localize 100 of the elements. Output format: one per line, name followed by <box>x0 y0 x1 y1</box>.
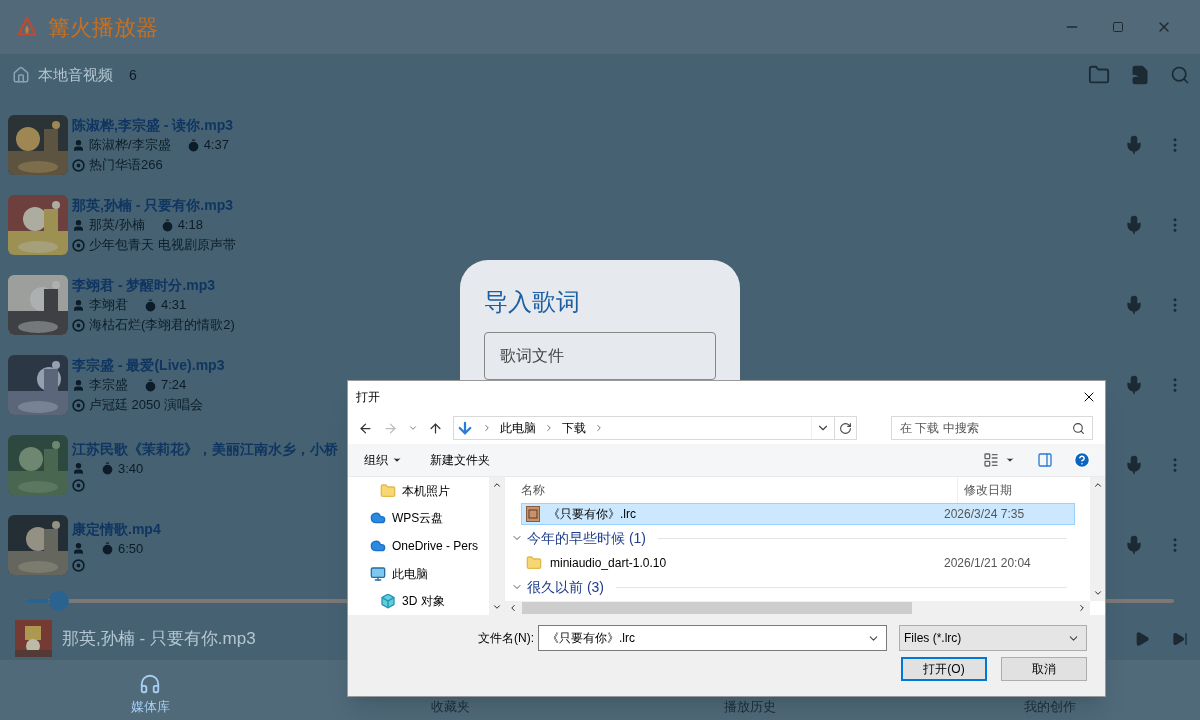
download-icon <box>456 419 474 437</box>
timer-icon <box>186 138 200 152</box>
person-icon <box>72 298 85 312</box>
timer-icon <box>144 378 157 392</box>
song-artist: 李翊君 <box>89 296 128 314</box>
mic-icon[interactable] <box>1124 375 1144 395</box>
skip-next-icon[interactable] <box>1172 630 1188 647</box>
file-date: 2026/1/21 20:04 <box>944 554 1032 572</box>
file-date: 2026/3/24 7:35 <box>944 505 1026 523</box>
caret-icon <box>392 455 402 465</box>
back-icon[interactable] <box>358 420 373 436</box>
nav-tree-item[interactable]: OneDrive - Pers <box>348 532 489 560</box>
song-artist: 那英/孙楠 <box>89 216 145 234</box>
timer-icon <box>101 542 114 555</box>
recent-locations-icon[interactable] <box>408 423 418 433</box>
horizontal-scrollbar[interactable] <box>505 601 1090 615</box>
file-type-select[interactable]: Files (*.lrc) <box>899 625 1087 651</box>
song-artist: 李宗盛 <box>89 376 128 394</box>
song-album: 少年包青天 电视剧原声带 <box>89 236 236 254</box>
file-name: miniaudio_dart-1.0.10 <box>550 554 667 572</box>
timer-icon <box>160 218 174 232</box>
column-header[interactable]: 名称 <box>521 481 545 499</box>
folder-icon <box>380 482 396 499</box>
nav-tree-item[interactable]: 此电脑 <box>348 559 489 588</box>
nav-tree-item[interactable]: 3D 对象 <box>348 587 489 615</box>
chevron-right-icon[interactable] <box>482 423 492 433</box>
chevron-right-icon[interactable] <box>594 423 604 433</box>
scrollbar[interactable] <box>1090 477 1105 601</box>
group-header[interactable]: 很久以前 (3) <box>527 576 604 598</box>
nav-tree-item[interactable]: WPS云盘 <box>348 504 489 533</box>
file-row[interactable]: 《只要有你》.lrc 2026/3/24 7:35 <box>521 503 1075 525</box>
person-icon <box>72 138 85 152</box>
disc-icon <box>72 238 85 252</box>
mic-icon[interactable] <box>1124 455 1144 475</box>
new-folder-button[interactable]: 新建文件夹 <box>430 451 490 469</box>
song-album: 海枯石烂(李翊君的情歌2) <box>89 316 235 334</box>
filename-field[interactable]: 《只要有你》.lrc <box>538 625 887 651</box>
song-duration: 6:50 <box>118 539 144 558</box>
person-icon <box>72 378 85 392</box>
chevron-right-icon[interactable] <box>544 423 554 433</box>
nav-tree-item[interactable]: 本机照片 <box>348 477 489 505</box>
cloud-icon <box>370 538 386 554</box>
mic-icon[interactable] <box>1124 135 1144 155</box>
forward-icon[interactable] <box>383 420 398 436</box>
scrollbar[interactable] <box>489 477 504 615</box>
scroll-up-icon[interactable] <box>491 480 502 490</box>
view-dropdown-icon[interactable] <box>1005 455 1015 465</box>
maximize-icon[interactable] <box>1112 21 1124 33</box>
song-duration: 3:40 <box>118 459 144 478</box>
song-duration: 4:18 <box>177 216 203 234</box>
scroll-down-icon[interactable] <box>491 602 502 612</box>
refresh-icon[interactable] <box>839 421 852 435</box>
organize-menu[interactable]: 组织 <box>364 451 402 469</box>
mic-icon[interactable] <box>1124 295 1144 315</box>
play-icon[interactable] <box>1134 630 1150 647</box>
scroll-left-icon[interactable] <box>508 603 518 613</box>
person-icon <box>72 462 85 475</box>
scroll-down-icon[interactable] <box>1092 588 1103 598</box>
file-import-icon[interactable] <box>1130 65 1150 85</box>
library-count: 6 <box>129 65 137 85</box>
song-artist: 陈淑桦/李宗盛 <box>89 136 171 154</box>
timer-icon <box>144 298 157 312</box>
mic-icon[interactable] <box>1124 535 1144 555</box>
disc-icon <box>72 158 85 172</box>
song-album: 卢冠廷 2050 演唱会 <box>89 396 204 414</box>
flame-logo-icon <box>16 16 38 38</box>
search-icon[interactable] <box>1072 422 1085 435</box>
disc-icon <box>72 318 85 332</box>
person-icon <box>72 218 85 232</box>
song-duration: 4:37 <box>203 136 229 154</box>
up-icon[interactable] <box>428 420 443 436</box>
help-icon[interactable] <box>1073 451 1091 469</box>
search-field[interactable]: 在 下载 中搜索 <box>891 416 1093 440</box>
scroll-up-icon[interactable] <box>1092 480 1103 490</box>
view-options-icon[interactable] <box>983 452 999 468</box>
scroll-right-icon[interactable] <box>1077 603 1087 613</box>
mic-icon[interactable] <box>1124 215 1144 235</box>
computer-icon <box>370 565 386 582</box>
breadcrumb[interactable]: 下载 <box>562 419 586 437</box>
group-header[interactable]: 今年的早些时候 (1) <box>527 527 646 549</box>
breadcrumb[interactable]: 此电脑 <box>500 419 536 437</box>
preview-pane-icon[interactable] <box>1037 452 1053 468</box>
headphones-icon <box>139 673 161 695</box>
disc-icon <box>72 398 85 412</box>
library-title: 本地音视频 <box>38 64 113 85</box>
home-icon <box>12 66 30 84</box>
song-album: 热门华语266 <box>89 156 163 174</box>
dialog-button[interactable]: 取消 <box>1001 657 1087 681</box>
folder-icon[interactable] <box>1088 64 1110 86</box>
slider-thumb[interactable] <box>48 591 69 611</box>
address-bar[interactable]: 此电脑 下载 <box>453 416 857 440</box>
card-title: 导入歌词 <box>484 287 581 317</box>
lyrics-file-icon <box>526 505 540 522</box>
dialog-title: 打开 <box>356 388 380 406</box>
nav-tab[interactable]: 媒体库 <box>0 660 300 720</box>
file-row[interactable]: miniaudio_dart-1.0.10 2026/1/21 20:04 <box>521 552 1075 574</box>
lyrics-file-field[interactable]: 歌词文件 <box>484 332 716 380</box>
dialog-button[interactable]: 打开(O) <box>901 657 987 681</box>
file-name: 《只要有你》.lrc <box>548 505 636 523</box>
song-duration: 4:31 <box>161 296 187 314</box>
